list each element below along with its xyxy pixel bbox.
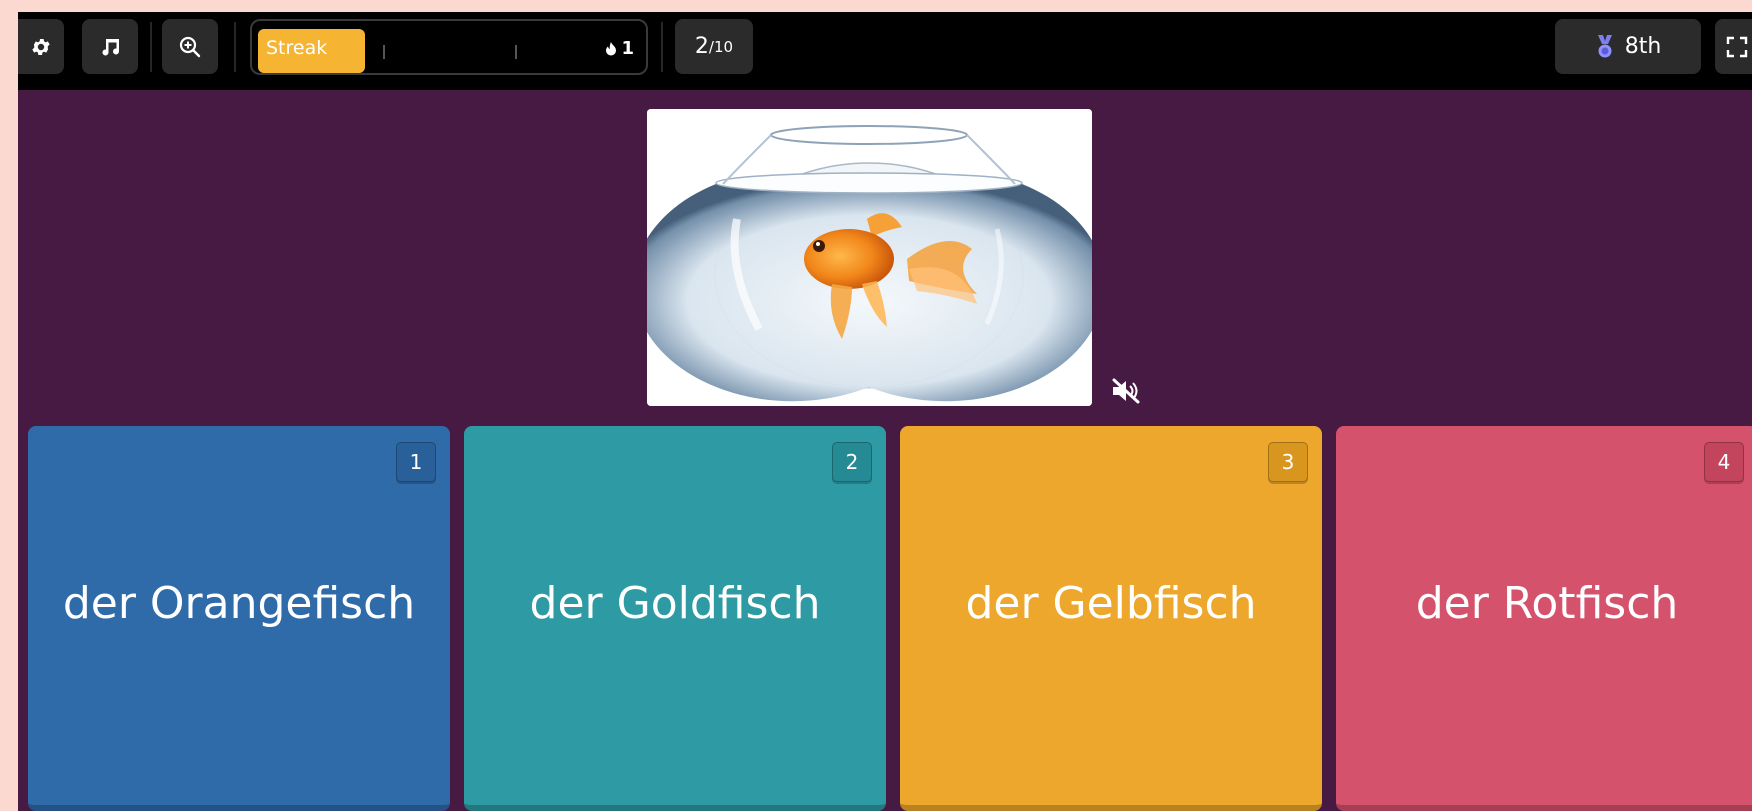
answer-option-3[interactable]: 3 der Gelbfisch xyxy=(900,426,1322,811)
medal-icon xyxy=(1597,34,1612,57)
streak-count: 1 xyxy=(621,38,634,59)
question-image xyxy=(647,109,1092,406)
answer-option-4[interactable]: 4 der Rotfisch xyxy=(1336,426,1752,811)
option-number-badge: 2 xyxy=(832,442,872,482)
question-progress: 2/10 xyxy=(675,19,753,74)
toolbar-divider xyxy=(661,22,663,72)
streak-counter: 1 xyxy=(605,38,634,59)
zoom-in-icon xyxy=(179,36,201,57)
progress-current: 2 xyxy=(694,34,709,59)
music-note-icon xyxy=(102,38,119,55)
rank-badge[interactable]: 8th xyxy=(1555,19,1701,74)
option-text: der Rotfisch xyxy=(1415,578,1679,629)
answer-option-1[interactable]: 1 der Orangefisch xyxy=(28,426,450,811)
option-number-badge: 1 xyxy=(396,442,436,482)
streak-label: Streak xyxy=(266,37,328,59)
option-number-badge: 3 xyxy=(1268,442,1308,482)
zoom-button[interactable] xyxy=(162,19,218,74)
fullscreen-button[interactable] xyxy=(1715,19,1752,74)
quiz-app: Streak 1 2/10 8th 1 der Orangefisch 2 de… xyxy=(18,12,1752,811)
rank-text: 8th xyxy=(1624,34,1662,59)
option-text: der Orangefisch xyxy=(62,578,416,629)
settings-button[interactable] xyxy=(18,19,64,74)
toolbar-divider xyxy=(234,22,236,72)
option-text: der Goldfisch xyxy=(529,578,821,629)
toolbar-divider xyxy=(150,22,152,72)
volume-mute-icon[interactable] xyxy=(1110,377,1142,405)
top-toolbar: Streak 1 2/10 8th xyxy=(18,12,1752,90)
fullscreen-icon xyxy=(1726,36,1748,57)
streak-tick xyxy=(383,45,385,59)
streak-tick xyxy=(515,45,517,59)
option-number-badge: 4 xyxy=(1704,442,1744,482)
streak-meter: Streak 1 xyxy=(250,19,648,75)
music-button[interactable] xyxy=(82,19,138,74)
option-text: der Gelbfisch xyxy=(965,578,1257,629)
progress-total: /10 xyxy=(708,37,734,56)
gear-icon xyxy=(32,38,50,55)
answer-option-2[interactable]: 2 der Goldfisch xyxy=(464,426,886,811)
flame-icon xyxy=(606,41,617,55)
goldfish-bowl-image xyxy=(647,109,1092,406)
